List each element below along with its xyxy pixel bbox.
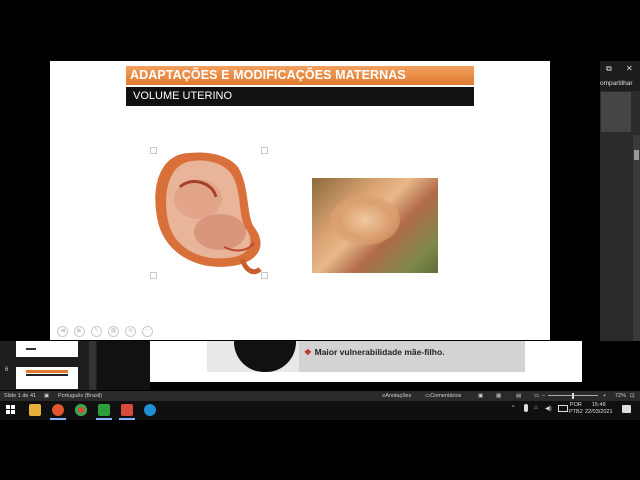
- reading-view-icon[interactable]: ▤: [516, 391, 521, 401]
- slide-indicator: Slide 1 de 41: [4, 393, 37, 399]
- clock-date: 22/03/2021: [585, 409, 613, 415]
- close-icon[interactable]: ✕: [626, 64, 633, 73]
- clock-time: 15:48: [591, 402, 606, 408]
- file-explorer-icon[interactable]: [29, 404, 41, 416]
- more-options-icon[interactable]: ⋯: [142, 326, 153, 337]
- active-indicator: [119, 418, 135, 420]
- resize-handle-bl[interactable]: [150, 272, 157, 279]
- next-icon[interactable]: ▶: [74, 326, 85, 337]
- thumbnail-number: 6: [5, 367, 9, 373]
- resize-handle-tl[interactable]: [150, 147, 157, 154]
- previous-icon[interactable]: ◀: [57, 326, 68, 337]
- thumbnail-scrollbar[interactable]: [89, 341, 96, 390]
- zoom-level[interactable]: 72%: [615, 391, 626, 401]
- edge-icon[interactable]: [144, 404, 156, 416]
- clock[interactable]: 15:48 22/03/2021: [585, 402, 613, 416]
- right-pane-button[interactable]: [601, 92, 631, 132]
- microphone-icon[interactable]: [524, 404, 528, 412]
- share-button[interactable]: ompartilhar: [600, 80, 633, 87]
- right-scrollbar[interactable]: [633, 135, 640, 341]
- zoom-in-icon[interactable]: +: [603, 391, 606, 401]
- chrome-icon[interactable]: [75, 404, 87, 416]
- tray-chevron-icon[interactable]: ^: [512, 405, 515, 411]
- firefox-icon[interactable]: [52, 404, 64, 416]
- zoom-out-icon[interactable]: −: [542, 391, 545, 401]
- active-indicator: [96, 418, 112, 420]
- battery-icon[interactable]: [558, 405, 568, 412]
- thumbnail-subtitle-bar: [26, 374, 68, 376]
- notes-button[interactable]: ≡ Anotações: [382, 391, 411, 401]
- resize-handle-tr[interactable]: [261, 147, 268, 154]
- slideshow-icon[interactable]: ▭: [534, 391, 539, 401]
- normal-view-icon[interactable]: ▣: [478, 391, 483, 401]
- language-label[interactable]: Português (Brasil): [58, 391, 102, 401]
- restore-icon[interactable]: ⧉: [606, 64, 612, 74]
- comments-label: Comentários: [430, 393, 462, 399]
- slides-icon[interactable]: ▦: [108, 326, 119, 337]
- active-indicator: [50, 418, 66, 420]
- bullet-diamond-icon: ❖: [304, 347, 312, 357]
- notifications-icon[interactable]: [622, 405, 631, 413]
- network-icon[interactable]: ⌂: [534, 405, 538, 411]
- lower-text-label: Maior vulnerabilidade mãe-filho.: [314, 347, 445, 357]
- photo-detail: [330, 195, 400, 245]
- comments-button[interactable]: ▭ Comentários: [425, 391, 461, 401]
- thumbnail-title-bar: [26, 370, 68, 373]
- uterus-fetus-drawing: [155, 152, 262, 275]
- slide-title: ADAPTAÇÕES E MODIFICAÇÕES MATERNAS: [126, 66, 474, 85]
- slide-sorter-icon[interactable]: ▦: [496, 391, 501, 401]
- green-app-icon[interactable]: [98, 404, 110, 416]
- slide-subtitle: VOLUME UTERINO: [126, 87, 474, 106]
- resize-handle-br[interactable]: [261, 272, 268, 279]
- pen-icon[interactable]: ✎: [91, 326, 102, 337]
- language-top: POR: [569, 402, 582, 408]
- lower-bullet-text: ❖ Maior vulnerabilidade mãe-filho.: [304, 347, 445, 358]
- uterus-illustration[interactable]: [150, 147, 268, 279]
- zoom-icon[interactable]: ⊕: [125, 326, 136, 337]
- fit-slide-icon[interactable]: ⊡: [630, 391, 635, 401]
- notes-label: Anotações: [385, 393, 412, 399]
- windows-start-icon[interactable]: [6, 405, 16, 415]
- language-indicator[interactable]: POR PTB2: [569, 402, 583, 416]
- powerpoint-icon[interactable]: [121, 404, 133, 416]
- spellcheck-icon[interactable]: ▣: [44, 391, 49, 401]
- volume-icon[interactable]: ◀): [545, 405, 552, 412]
- thumbnail-content: [26, 348, 36, 350]
- status-bar: Slide 1 de 41 ▣ Português (Brasil) ≡ Ano…: [0, 391, 640, 401]
- right-scrollbar-thumb[interactable]: [634, 150, 639, 160]
- editor-gap: [97, 341, 150, 390]
- language-bottom: PTB2: [569, 409, 583, 415]
- zoom-slider-knob[interactable]: [572, 393, 574, 399]
